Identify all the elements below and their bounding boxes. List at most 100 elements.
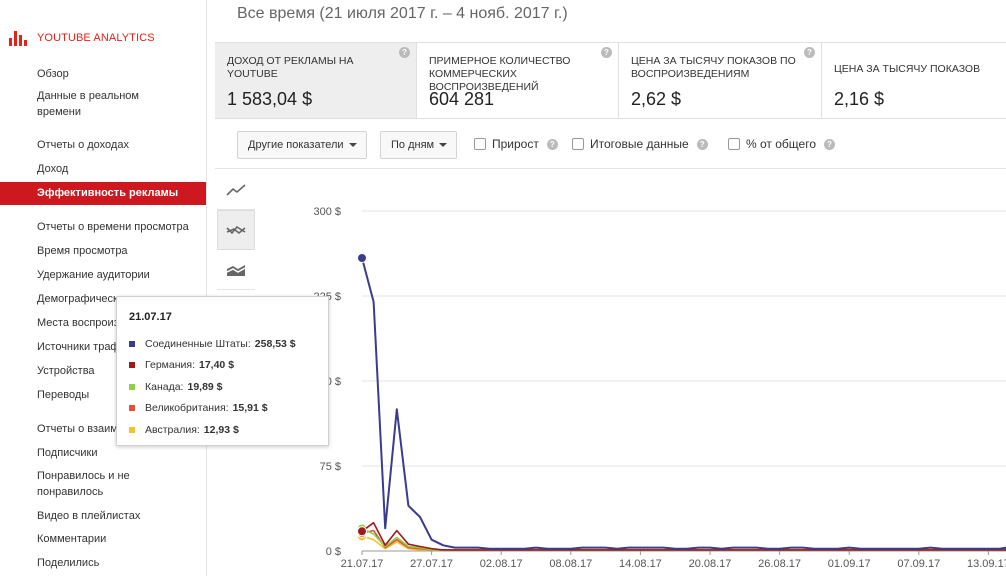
- chart-labels: 0 $75 $150 $225 $300 $21.07.1727.07.1702…: [313, 206, 1006, 570]
- x-tick-label: 20.08.17: [689, 558, 732, 570]
- metric-label: Цена за тысячу показов: [834, 63, 981, 75]
- sidebar-item-audience-retention[interactable]: Удержание аудитории: [0, 267, 206, 283]
- x-tick-label: 26.08.17: [758, 558, 801, 570]
- metric-label: Цена за тысячу показов по воспроизведени…: [631, 55, 796, 80]
- divider: [215, 168, 1006, 169]
- tooltip-date: 21.07.17: [129, 311, 172, 323]
- area-chart-icon: [226, 264, 246, 276]
- x-tick-label: 21.07.17: [341, 558, 384, 570]
- y-tick-label: 0 $: [326, 546, 341, 558]
- metric-value: 2,62 $: [631, 89, 682, 109]
- x-tick-label: 01.09.17: [828, 558, 871, 570]
- x-tick-label: 07.09.17: [897, 558, 940, 570]
- chart-type-selector: [217, 170, 255, 290]
- other-metrics-dropdown[interactable]: Другие показатели: [237, 131, 367, 159]
- tooltip-country: Австралия:: [145, 423, 200, 436]
- tooltip-row: Великобритания: 15,91 $: [129, 398, 316, 420]
- checkbox-label: Итоговые данные: [590, 137, 689, 151]
- sidebar-item-likes-dislikes[interactable]: Понравилось и не понравилось: [0, 468, 206, 500]
- metric-card-cpm[interactable]: Цена за тысячу показов 2,16 $: [822, 43, 1006, 118]
- hover-point: [357, 531, 367, 542]
- checkbox-box[interactable]: [728, 138, 740, 150]
- sidebar: YOUTUBE ANALYTICS Обзор Данные в реально…: [0, 0, 207, 576]
- checkbox-box[interactable]: [474, 138, 486, 150]
- tooltip-row: Соединенные Штаты: 258,53 $: [129, 333, 316, 355]
- legend-swatch: [129, 426, 135, 433]
- tooltip-value: 15,91 $: [232, 402, 268, 415]
- sidebar-item-realtime[interactable]: Данные в реальном времени: [0, 88, 206, 120]
- sidebar-item-revenue-reports[interactable]: Отчеты о доходах: [0, 137, 206, 153]
- stacked-area-chart-type-button[interactable]: [217, 250, 255, 290]
- tooltip-row: Канада: 19,89 $: [129, 376, 316, 398]
- caret-down-icon: [348, 143, 357, 147]
- metric-value: 1 583,04 $: [227, 89, 313, 109]
- date-range-title[interactable]: Все время (21 июля 2017 г. – 4 нояб. 201…: [237, 5, 568, 23]
- sidebar-item-videos-in-playlists[interactable]: Видео в плейлистах: [0, 508, 206, 524]
- sidebar-item-overview[interactable]: Обзор: [0, 66, 206, 82]
- tooltip-value: 19,89 $: [187, 380, 223, 393]
- line-chart-type-button[interactable]: [217, 170, 255, 210]
- growth-checkbox[interactable]: Прирост ?: [474, 137, 558, 151]
- x-tick-label: 27.07.17: [410, 558, 453, 570]
- help-icon[interactable]: ?: [696, 138, 708, 150]
- metric-value: 604 281: [429, 89, 495, 109]
- multi-line-chart-type-button[interactable]: [217, 210, 255, 250]
- tooltip-value: 17,40 $: [199, 359, 235, 372]
- tooltip-rows: Соединенные Штаты: 258,53 $ Германия: 17,40…: [129, 333, 316, 441]
- series-line: [361, 535, 1006, 551]
- series-line: [361, 527, 1006, 551]
- hover-point: [357, 252, 367, 263]
- metric-card-monetized-playbacks[interactable]: Примерное количество коммерческих воспро…: [417, 43, 619, 118]
- metric-cards: Доход от рекламы на YouTube 1 583,04 $ ?…: [215, 42, 1006, 119]
- sidebar-item-comments[interactable]: Комментарии: [0, 531, 206, 547]
- sidebar-item-subscribers[interactable]: Подписчики: [0, 445, 206, 461]
- tooltip-country: Канада:: [145, 380, 184, 393]
- help-icon[interactable]: ?: [546, 138, 558, 150]
- main-content: Все время (21 июля 2017 г. – 4 нояб. 201…: [215, 0, 1006, 576]
- x-tick-label: 13.09.17: [967, 558, 1006, 570]
- checkbox-label: % от общего: [746, 137, 816, 151]
- totals-checkbox[interactable]: Итоговые данные ?: [572, 137, 708, 151]
- help-icon[interactable]: ?: [399, 47, 410, 58]
- hover-point: [357, 527, 367, 538]
- tooltip-country: Великобритания:: [145, 402, 229, 415]
- legend-swatch: [129, 383, 135, 390]
- sidebar-item-shared[interactable]: Поделились: [0, 555, 206, 571]
- legend-swatch: [129, 405, 135, 412]
- metric-value: 2,16 $: [834, 89, 885, 109]
- legend-swatch: [129, 362, 135, 369]
- series-line: [361, 521, 1006, 551]
- checkbox-label: Прирост: [492, 137, 539, 151]
- interval-dropdown[interactable]: По дням: [380, 131, 458, 159]
- tooltip-value: 12,93 $: [203, 423, 239, 436]
- metric-card-playback-cpm[interactable]: Цена за тысячу показов по воспроизведени…: [619, 43, 822, 118]
- y-tick-label: 75 $: [320, 461, 341, 473]
- sidebar-item-watch-time[interactable]: Время просмотра: [0, 243, 206, 259]
- checkbox-box[interactable]: [572, 138, 584, 150]
- brand-title: YOUTUBE ANALYTICS: [37, 32, 155, 44]
- sidebar-item-revenue[interactable]: Доход: [0, 161, 206, 177]
- sidebar-item-ad-performance[interactable]: Эффективность рекламы: [0, 182, 206, 205]
- tooltip-value: 258,53 $: [254, 337, 296, 350]
- metric-card-ad-revenue[interactable]: Доход от рекламы на YouTube 1 583,04 $ ?: [215, 43, 417, 118]
- percent-of-total-checkbox[interactable]: % от общего ?: [728, 137, 835, 151]
- metric-label: Доход от рекламы на YouTube: [227, 55, 354, 80]
- hover-point: [357, 526, 367, 537]
- caret-down-icon: [439, 143, 448, 147]
- chart-grid: [361, 210, 1006, 555]
- dropdown-label: Другие показатели: [248, 139, 344, 151]
- chart-series: [357, 252, 1006, 551]
- tooltip-country: Германия:: [145, 359, 195, 372]
- help-icon[interactable]: ?: [804, 47, 815, 58]
- tooltip-row: Австралия: 12,93 $: [129, 419, 316, 441]
- multi-line-chart-icon: [226, 225, 246, 235]
- chart-tooltip: 21.07.17 Соединенные Штаты: 258,53 $ Герма…: [116, 296, 329, 446]
- help-icon[interactable]: ?: [601, 47, 612, 58]
- help-icon[interactable]: ?: [824, 138, 835, 150]
- brand[interactable]: YOUTUBE ANALYTICS: [9, 29, 155, 47]
- dropdown-label: По дням: [391, 139, 435, 151]
- sidebar-item-watch-time-reports[interactable]: Отчеты о времени просмотра: [0, 219, 206, 235]
- analytics-bars-icon: [9, 30, 27, 46]
- x-tick-label: 14.08.17: [619, 558, 662, 570]
- series-line: [361, 529, 1006, 551]
